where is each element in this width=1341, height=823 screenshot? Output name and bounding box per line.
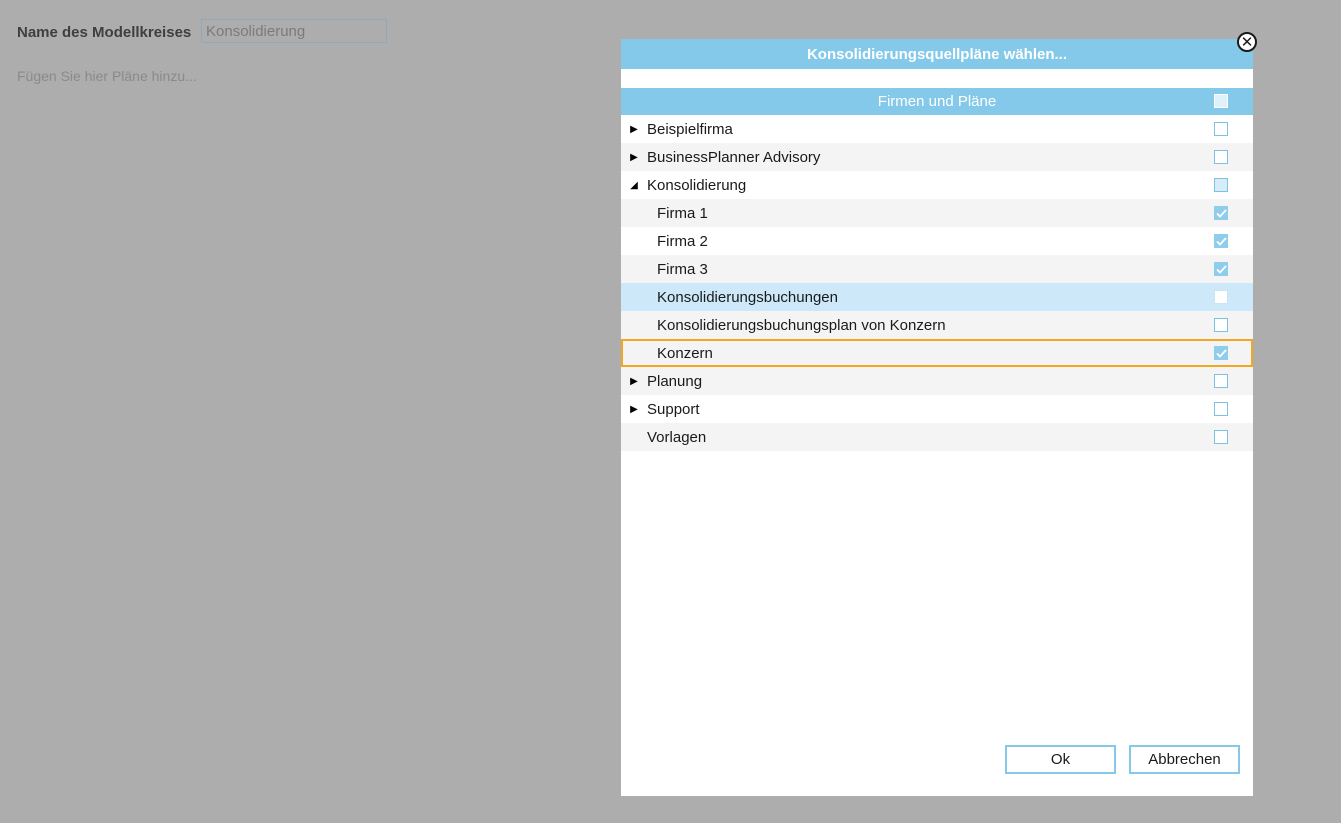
tree-row[interactable]: Konzern (621, 339, 1253, 367)
model-name-input[interactable] (201, 19, 387, 43)
collapsed-triangle-icon[interactable]: ▶ (629, 404, 639, 415)
tree-row-label: Konzern (657, 344, 713, 362)
table-header-label: Firmen und Pläne (877, 93, 997, 110)
ok-button[interactable]: Ok (1005, 745, 1116, 774)
tree-row[interactable]: Firma 1 (621, 199, 1253, 227)
tree-row[interactable]: Firma 2 (621, 227, 1253, 255)
collapsed-triangle-icon[interactable]: ▶ (629, 376, 639, 387)
tree-row-label: Planung (647, 372, 703, 390)
row-checkbox[interactable] (1214, 234, 1228, 248)
tree-row[interactable]: ◢ Konsolidierung (621, 171, 1253, 199)
add-plans-hint[interactable]: Fügen Sie hier Pläne hinzu... (17, 68, 197, 84)
plan-tree: ▶ Beispielfirma ▶ BusinessPlanner Advisory ◢… (621, 115, 1253, 451)
row-checkbox[interactable] (1214, 430, 1228, 444)
tree-row[interactable]: Firma 3 (621, 255, 1253, 283)
tree-row-label: Vorlagen (647, 428, 707, 446)
select-plans-dialog: Konsolidierungsquellpläne wählen... Firm… (621, 39, 1253, 796)
tree-row-label: Support (647, 400, 700, 418)
check-icon (1215, 348, 1227, 358)
row-checkbox[interactable] (1214, 402, 1228, 416)
tree-row-label: BusinessPlanner Advisory (647, 148, 821, 166)
collapsed-triangle-icon[interactable]: ▶ (629, 152, 639, 163)
close-circle-icon[interactable]: ✕ (1237, 32, 1257, 52)
tree-row[interactable]: ▶ Support (621, 395, 1253, 423)
tree-row[interactable]: Vorlagen (621, 423, 1253, 451)
row-checkbox[interactable] (1214, 346, 1228, 360)
cancel-button[interactable]: Abbrechen (1129, 745, 1240, 774)
check-icon (1215, 208, 1227, 218)
row-checkbox[interactable] (1214, 262, 1228, 276)
select-all-checkbox[interactable] (1214, 94, 1228, 108)
model-name-label: Name des Modellkreises (17, 24, 192, 41)
check-icon (1215, 236, 1227, 246)
tree-row-label: Firma 1 (657, 204, 708, 222)
tree-row-label: Konsolidierungsbuchungen (657, 288, 838, 306)
row-checkbox[interactable] (1214, 290, 1228, 304)
tree-row-label: Beispielfirma (647, 120, 733, 138)
tree-row[interactable]: Konsolidierungsbuchungen (621, 283, 1253, 311)
expanded-triangle-icon[interactable]: ◢ (629, 180, 639, 191)
row-checkbox[interactable] (1214, 150, 1228, 164)
check-icon (1215, 264, 1227, 274)
row-checkbox[interactable] (1214, 122, 1228, 136)
tree-row[interactable]: ▶ Beispielfirma (621, 115, 1253, 143)
row-checkbox[interactable] (1214, 318, 1228, 332)
row-checkbox[interactable] (1214, 206, 1228, 220)
row-checkbox[interactable] (1214, 374, 1228, 388)
dialog-title: Konsolidierungsquellpläne wählen... (621, 39, 1253, 69)
tree-row[interactable]: ▶ Planung (621, 367, 1253, 395)
tree-row[interactable]: ▶ BusinessPlanner Advisory (621, 143, 1253, 171)
tree-row-label: Firma 3 (657, 260, 708, 278)
table-header: Firmen und Pläne (621, 88, 1253, 115)
app-stage: Name des Modellkreises Fügen Sie hier Pl… (0, 0, 1341, 823)
tree-row-label: Firma 2 (657, 232, 708, 250)
tree-row-label: Konsolidierung (647, 176, 747, 194)
collapsed-triangle-icon[interactable]: ▶ (629, 124, 639, 135)
tree-row-label: Konsolidierungsbuchungsplan von Konzern (657, 316, 946, 334)
tree-row[interactable]: Konsolidierungsbuchungsplan von Konzern (621, 311, 1253, 339)
row-checkbox[interactable] (1214, 178, 1228, 192)
